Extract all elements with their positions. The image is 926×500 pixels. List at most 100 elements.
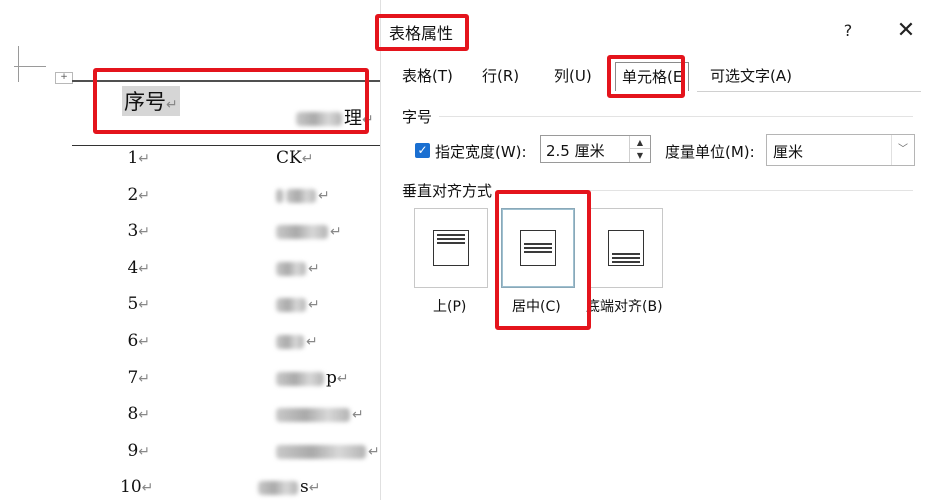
paragraph-mark-icon: ↵ (138, 188, 150, 204)
section-vertical-alignment: 垂直对齐方式 (402, 182, 493, 200)
paragraph-mark-icon: ↵ (308, 297, 320, 313)
tab-table[interactable]: 表格(T) (402, 62, 453, 90)
row-number: 5 (127, 294, 139, 314)
section-divider (499, 190, 913, 191)
row-name-text: s (300, 477, 309, 497)
section-size: 字号 (402, 108, 433, 126)
row-number-cell[interactable]: 1↵ (120, 148, 150, 168)
tab-column[interactable]: 列(U) (554, 62, 592, 90)
align-bottom-option[interactable] (589, 208, 663, 288)
row-number: 6 (127, 331, 139, 351)
header-seq-text: 序号 (124, 90, 166, 114)
align-center-label[interactable]: 居中(C) (512, 296, 561, 316)
preferred-width-label[interactable]: 指定宽度(W): (435, 141, 527, 162)
row-number: 3 (127, 221, 139, 241)
align-center-option[interactable] (501, 208, 575, 288)
row-number-cell[interactable]: 3↵ (120, 221, 150, 241)
row-number-cell[interactable]: 10↵ (120, 477, 153, 497)
redacted-text (276, 261, 306, 276)
table-header-border (72, 145, 380, 146)
measure-in-select[interactable]: 厘米 ﹀ (766, 134, 915, 166)
row-number: 1 (127, 148, 139, 168)
row-name-cell[interactable]: CK↵ (276, 148, 313, 168)
row-name-cell[interactable]: p↵ (276, 368, 349, 388)
chevron-down-icon[interactable]: ﹀ (891, 135, 914, 165)
paragraph-mark-icon: ↵ (306, 334, 318, 350)
spinner-buttons: ▲ ▼ (629, 136, 650, 162)
paragraph-mark-icon: ↵ (362, 112, 374, 128)
row-name-cell[interactable]: ↵ (276, 258, 320, 278)
paragraph-mark-icon: ↵ (138, 444, 150, 460)
redacted-text (296, 112, 342, 126)
paragraph-mark-icon: ↵ (166, 97, 178, 113)
redacted-text (276, 297, 306, 312)
paragraph-mark-icon: ↵ (138, 224, 150, 240)
measure-in-label: 度量单位(M): (665, 143, 755, 161)
paragraph-mark-icon: ↵ (138, 334, 150, 350)
paragraph-mark-icon: ↵ (138, 151, 150, 167)
close-button[interactable]: ✕ (894, 19, 918, 43)
preferred-width-checkbox[interactable]: ✓ (415, 143, 430, 158)
row-number-cell[interactable]: 8↵ (120, 404, 150, 424)
paragraph-mark-icon: ↵ (138, 297, 150, 313)
row-name-text: CK (276, 148, 302, 168)
header-cell-name[interactable]: 理↵ (296, 104, 374, 130)
redacted-text (276, 334, 304, 349)
row-name-cell[interactable]: ↵ (276, 404, 364, 424)
table-properties-dialog: 表格属性 ? ✕ 表格(T) 行(R) 列(U) 单元格(E 可选文字(A) 字… (375, 0, 926, 500)
header-name-suffix: 理 (344, 108, 362, 129)
tab-alt-text[interactable]: 可选文字(A) (710, 62, 792, 90)
header-cell-seq[interactable]: 序号↵ (122, 86, 180, 116)
spin-down-icon[interactable]: ▼ (630, 149, 650, 162)
dialog-title: 表格属性 (389, 24, 454, 43)
preferred-width-spinner[interactable]: 2.5 厘米 ▲ ▼ (540, 135, 651, 163)
spin-up-icon[interactable]: ▲ (630, 136, 650, 149)
row-name-cell[interactable]: ↵ (276, 294, 320, 314)
row-number-cell[interactable]: 4↵ (120, 258, 150, 278)
paragraph-mark-icon: ↵ (308, 480, 321, 496)
row-number-cell[interactable]: 7↵ (120, 368, 150, 388)
redacted-text (276, 188, 284, 203)
align-top-icon (433, 230, 469, 266)
redacted-text (286, 188, 316, 203)
row-name-cell[interactable]: ↵ (276, 185, 330, 205)
row-number: 9 (127, 441, 139, 461)
margin-corner-mark-vertical (18, 46, 19, 82)
redacted-text (276, 224, 328, 239)
tab-cell[interactable]: 单元格(E (615, 62, 690, 91)
row-name-cell[interactable]: ↵ (276, 221, 342, 241)
redacted-text (276, 371, 324, 386)
align-bottom-label[interactable]: 底端对齐(B) (586, 296, 663, 316)
row-name-cell[interactable]: s↵ (258, 477, 320, 497)
paragraph-mark-icon: ↵ (138, 261, 150, 277)
redacted-text (258, 480, 298, 495)
row-name-cell[interactable]: ↵ (276, 331, 318, 351)
align-top-label[interactable]: 上(P) (433, 296, 466, 316)
paragraph-mark-icon: ↵ (308, 261, 320, 277)
align-bottom-icon (608, 230, 644, 266)
align-top-option[interactable] (414, 208, 488, 288)
tab-row[interactable]: 行(R) (482, 62, 519, 90)
section-divider (439, 116, 913, 117)
paragraph-mark-icon: ↵ (336, 371, 349, 387)
row-number-cell[interactable]: 9↵ (120, 441, 150, 461)
row-number-cell[interactable]: 5↵ (120, 294, 150, 314)
row-number: 10 (120, 477, 142, 497)
row-name-text: p (326, 368, 337, 388)
preferred-width-value: 2.5 厘米 (546, 142, 605, 160)
paragraph-mark-icon: ↵ (138, 371, 150, 387)
paragraph-mark-icon: ↵ (138, 407, 150, 423)
row-number-cell[interactable]: 6↵ (120, 331, 150, 351)
paragraph-mark-icon: ↵ (330, 224, 342, 240)
table-move-handle-icon[interactable]: + (55, 72, 73, 84)
paragraph-mark-icon: ↵ (141, 480, 154, 496)
align-center-icon (520, 230, 556, 266)
row-number-cell[interactable]: 2↵ (120, 185, 150, 205)
redacted-text (276, 407, 350, 422)
paragraph-mark-icon: ↵ (368, 444, 380, 460)
row-name-cell[interactable]: ↵ (276, 441, 380, 461)
document-area: + 序号↵ 理↵ 1↵ CK↵ 2↵ ↵ 3↵ ↵ 4↵ ↵ 5↵ ↵ 6↵ ↵ 7↵ p↵ 8↵ ↵ 9↵ ↵ 1… (0, 0, 380, 500)
measure-in-value: 厘米 (773, 143, 804, 161)
paragraph-mark-icon: ↵ (318, 188, 330, 204)
help-button[interactable]: ? (837, 20, 859, 42)
